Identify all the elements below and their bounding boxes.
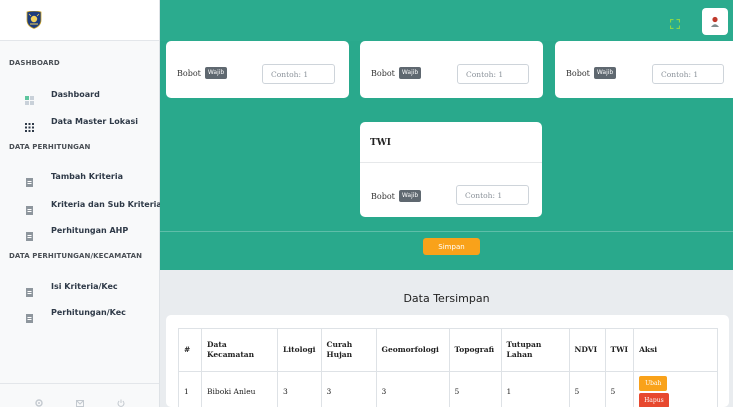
sidebar-item-isi-kriteria-kec[interactable]: Isi Kriteria/Kec bbox=[0, 277, 159, 297]
cell-curah-hujan: 3 bbox=[320, 371, 377, 407]
document-icon bbox=[25, 308, 34, 323]
cell-tutupan-lahan: 1 bbox=[500, 371, 570, 407]
logo-emblem-icon[interactable] bbox=[26, 11, 42, 29]
sidebar-item-label: Dashboard bbox=[51, 89, 100, 99]
sidebar-item-label: Data Master Lokasi bbox=[51, 116, 138, 126]
bobot-label: Bobot bbox=[371, 191, 395, 201]
dashboard-icon bbox=[25, 90, 34, 105]
bobot-row: Bobot Wajib bbox=[566, 67, 617, 79]
data-table: # Data Kecamatan Litologi Curah Hujan Ge… bbox=[178, 328, 719, 407]
column-header: Aksi bbox=[633, 328, 719, 372]
sidebar-footer bbox=[0, 383, 159, 407]
power-icon[interactable] bbox=[117, 392, 125, 407]
cell-geomorfologi: 3 bbox=[375, 371, 450, 407]
table-header-row: # Data Kecamatan Litologi Curah Hujan Ge… bbox=[178, 328, 719, 372]
document-icon bbox=[25, 172, 34, 187]
delete-button[interactable]: Hapus bbox=[639, 392, 669, 407]
sidebar-item-label: Perhitungan AHP bbox=[51, 225, 129, 235]
criteria-card: Bobot Wajib Contoh: 1 bbox=[166, 41, 349, 98]
column-header: Curah Hujan bbox=[320, 328, 377, 372]
bobot-label: Bobot bbox=[177, 68, 201, 78]
sidebar-item-perhitungan-ahp[interactable]: Perhitungan AHP bbox=[0, 221, 159, 241]
required-badge: Wajib bbox=[398, 190, 422, 202]
criteria-card: Bobot Wajib Contoh: 1 bbox=[360, 41, 543, 98]
sidebar-item-tambah-kriteria[interactable]: Tambah Kriteria bbox=[0, 167, 159, 187]
bobot-input[interactable]: Contoh: 1 bbox=[262, 64, 335, 84]
column-header: Geomorfologi bbox=[375, 328, 450, 372]
document-icon bbox=[25, 226, 34, 241]
column-header: # bbox=[178, 328, 202, 372]
bobot-row: Bobot Wajib bbox=[177, 67, 228, 79]
card-title: TWI bbox=[370, 138, 392, 148]
sidebar-heading-data-perhitungan: DATA PERHITUNGAN bbox=[9, 143, 91, 151]
sidebar-heading-data-perhitungan-kecamatan: DATA PERHITUNGAN/KECAMATAN bbox=[9, 252, 143, 260]
sidebar: DASHBOARD Dashboard Data Master Lokasi D… bbox=[0, 0, 162, 407]
bobot-label: Bobot bbox=[371, 68, 395, 78]
required-badge: Wajib bbox=[204, 67, 228, 79]
sidebar-item-label: Kriteria dan Sub Kriteria bbox=[51, 199, 162, 209]
cell-ndvi: 5 bbox=[568, 371, 606, 407]
kriteria-form-panel: Bobot Wajib Contoh: 1 Bobot Wajib Contoh… bbox=[160, 41, 733, 270]
bobot-row: Bobot Wajib bbox=[371, 67, 422, 79]
column-header: Topografi bbox=[448, 328, 502, 372]
panel-divider bbox=[160, 231, 733, 232]
cell-kecamatan: Biboki Anleu bbox=[201, 371, 278, 407]
document-icon bbox=[25, 282, 34, 297]
sidebar-item-label: Perhitungan/Kec bbox=[51, 307, 126, 317]
sidebar-item-kriteria-dan-sub-kriteria[interactable]: Kriteria dan Sub Kriteria bbox=[0, 195, 162, 215]
required-badge: Wajib bbox=[398, 67, 422, 79]
sidebar-brand bbox=[0, 0, 159, 41]
bobot-input-twi[interactable]: Contoh: 1 bbox=[456, 185, 529, 205]
column-header: Tutupan Lahan bbox=[500, 328, 570, 372]
bobot-row: Bobot Wajib bbox=[371, 190, 422, 202]
card-divider bbox=[360, 162, 542, 163]
sidebar-item-label: Isi Kriteria/Kec bbox=[51, 281, 118, 291]
criteria-card-twi: TWI Bobot Wajib Contoh: 1 bbox=[360, 122, 542, 217]
criteria-card: Bobot Wajib Contoh: 1 bbox=[555, 41, 733, 98]
grid-icon bbox=[25, 117, 34, 132]
sidebar-item-dashboard[interactable]: Dashboard bbox=[0, 85, 159, 105]
avatar[interactable] bbox=[702, 8, 728, 35]
sidebar-item-perhitungan-kec[interactable]: Perhitungan/Kec bbox=[0, 303, 159, 323]
cell-twi: 5 bbox=[604, 371, 635, 407]
table-card: # Data Kecamatan Litologi Curah Hujan Ge… bbox=[166, 315, 729, 407]
column-header: NDVI bbox=[568, 328, 606, 372]
cell-topografi: 5 bbox=[448, 371, 502, 407]
sidebar-heading-dashboard: DASHBOARD bbox=[9, 59, 60, 67]
bobot-input[interactable]: Contoh: 1 bbox=[652, 64, 724, 84]
gear-icon[interactable] bbox=[34, 392, 43, 407]
cell-no: 1 bbox=[178, 371, 202, 407]
fullscreen-icon[interactable] bbox=[669, 14, 681, 30]
table-row: 1 Biboki Anleu 3 3 3 5 1 5 5 Ubah Hapus bbox=[178, 371, 719, 407]
required-badge: Wajib bbox=[593, 67, 617, 79]
mail-icon[interactable] bbox=[75, 392, 84, 407]
column-header: Data Kecamatan bbox=[201, 328, 278, 372]
topbar bbox=[160, 0, 733, 41]
document-icon bbox=[25, 200, 34, 215]
column-header: TWI bbox=[604, 328, 635, 372]
saved-data-section: Data Tersimpan # Data Kecamatan Litologi… bbox=[160, 270, 733, 407]
bobot-input[interactable]: Contoh: 1 bbox=[457, 64, 529, 84]
save-button[interactable]: Simpan bbox=[423, 238, 480, 255]
section-title: Data Tersimpan bbox=[403, 292, 490, 305]
sidebar-item-label: Tambah Kriteria bbox=[51, 171, 123, 181]
bobot-label: Bobot bbox=[566, 68, 590, 78]
edit-button[interactable]: Ubah bbox=[639, 375, 668, 391]
cell-aksi: Ubah Hapus bbox=[633, 371, 719, 407]
sidebar-item-data-master-lokasi[interactable]: Data Master Lokasi bbox=[0, 112, 159, 132]
user-avatar-icon bbox=[711, 16, 719, 27]
column-header: Litologi bbox=[277, 328, 322, 372]
cell-litologi: 3 bbox=[277, 371, 322, 407]
